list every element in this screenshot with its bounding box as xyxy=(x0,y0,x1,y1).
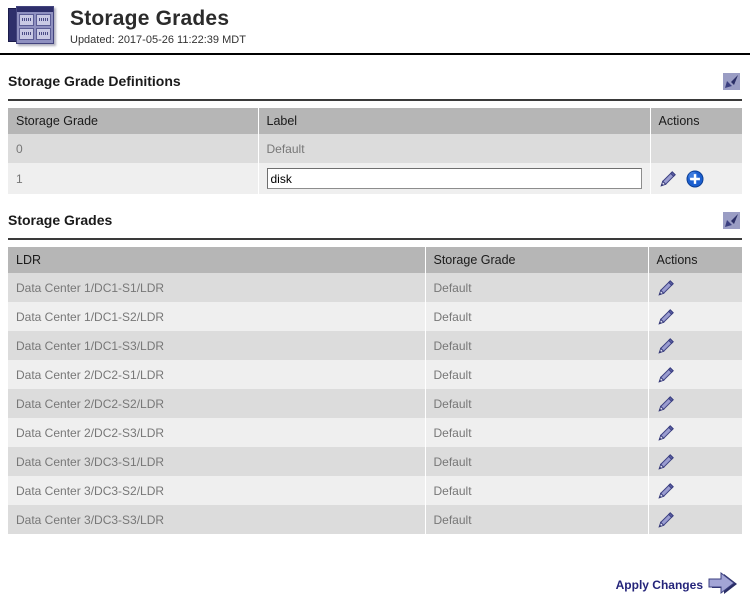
grade-actions-cell xyxy=(648,418,742,447)
ldr-value: Data Center 2/DC2-S1/LDR xyxy=(8,360,425,389)
grade-actions-cell xyxy=(648,273,742,302)
grade-actions-cell xyxy=(648,389,742,418)
table-row: Data Center 2/DC2-S3/LDRDefault xyxy=(8,418,742,447)
definitions-table-head: Storage Grade Label Actions xyxy=(8,108,742,134)
grades-table-head: LDR Storage Grade Actions xyxy=(8,247,742,273)
storage-grades-table: LDR Storage Grade Actions Data Center 1/… xyxy=(8,247,742,534)
storage-grade-value: Default xyxy=(425,331,648,360)
definitions-header-row: Storage Grade Label Actions xyxy=(8,108,742,134)
storage-grade-value: Default xyxy=(425,418,648,447)
table-row: Data Center 1/DC1-S2/LDRDefault xyxy=(8,302,742,331)
ldr-value: Data Center 3/DC3-S1/LDR xyxy=(8,447,425,476)
ldr-value: Data Center 2/DC2-S3/LDR xyxy=(8,418,425,447)
storage-grade-value: Default xyxy=(425,302,648,331)
col-storage-grade: Storage Grade xyxy=(8,108,258,134)
storage-grade-definitions-section: Storage Grade Definitions Storage Grade … xyxy=(0,63,750,194)
ldr-value: Data Center 3/DC3-S3/LDR xyxy=(8,505,425,534)
storage-grades-icon xyxy=(8,6,56,48)
storage-grade-value: Default xyxy=(425,476,648,505)
definitions-section-divider xyxy=(8,99,742,101)
label-input[interactable] xyxy=(267,168,642,189)
edit-pencil-icon[interactable] xyxy=(657,337,675,355)
footer-actions: Apply Changes xyxy=(0,572,750,598)
edit-pencil-icon[interactable] xyxy=(657,453,675,471)
definition-grade-value: 1 xyxy=(8,163,258,194)
ldr-value: Data Center 1/DC1-S1/LDR xyxy=(8,273,425,302)
edit-pencil-icon[interactable] xyxy=(657,395,675,413)
ldr-value: Data Center 1/DC1-S3/LDR xyxy=(8,331,425,360)
add-plus-icon[interactable] xyxy=(686,170,704,188)
table-row: Data Center 3/DC3-S1/LDRDefault xyxy=(8,447,742,476)
definition-grade-value: 0 xyxy=(8,134,258,163)
storage-grade-value: Default xyxy=(425,505,648,534)
grades-table-body: Data Center 1/DC1-S1/LDRDefaultData Cent… xyxy=(8,273,742,534)
col-storage-grade: Storage Grade xyxy=(425,247,648,273)
table-row: Data Center 2/DC2-S1/LDRDefault xyxy=(8,360,742,389)
grades-section-header: Storage Grades xyxy=(8,202,742,238)
table-row: Data Center 2/DC2-S2/LDRDefault xyxy=(8,389,742,418)
definition-label-value: Default xyxy=(258,134,650,163)
storage-grade-value: Default xyxy=(425,273,648,302)
definitions-section-title: Storage Grade Definitions xyxy=(8,73,181,89)
expand-diagonal-arrow-icon[interactable] xyxy=(723,73,740,90)
definition-label-cell xyxy=(258,163,650,194)
storage-grade-value: Default xyxy=(425,447,648,476)
storage-grade-value: Default xyxy=(425,360,648,389)
table-row: 1 xyxy=(8,163,742,194)
table-row: Data Center 1/DC1-S3/LDRDefault xyxy=(8,331,742,360)
grade-actions-cell xyxy=(648,302,742,331)
edit-pencil-icon[interactable] xyxy=(657,482,675,500)
table-row: Data Center 3/DC3-S3/LDRDefault xyxy=(8,505,742,534)
page-updated-timestamp: Updated: 2017-05-26 11:22:39 MDT xyxy=(70,34,246,46)
definitions-table-body: 0 Default 1 xyxy=(8,134,742,194)
header-text-block: Storage Grades Updated: 2017-05-26 11:22… xyxy=(70,6,246,46)
table-row: Data Center 1/DC1-S1/LDRDefault xyxy=(8,273,742,302)
storage-grade-definitions-table: Storage Grade Label Actions 0 Default 1 xyxy=(8,108,742,194)
table-row: 0 Default xyxy=(8,134,742,163)
ldr-value: Data Center 1/DC1-S2/LDR xyxy=(8,302,425,331)
col-ldr: LDR xyxy=(8,247,425,273)
grade-actions-cell xyxy=(648,505,742,534)
ldr-value: Data Center 3/DC3-S2/LDR xyxy=(8,476,425,505)
edit-pencil-icon[interactable] xyxy=(657,424,675,442)
edit-pencil-icon[interactable] xyxy=(659,170,677,188)
table-row: Data Center 3/DC3-S2/LDRDefault xyxy=(8,476,742,505)
ldr-value: Data Center 2/DC2-S2/LDR xyxy=(8,389,425,418)
col-label: Label xyxy=(258,108,650,134)
right-arrow-icon[interactable] xyxy=(708,572,742,598)
grades-section-title: Storage Grades xyxy=(8,212,112,228)
grades-section-divider xyxy=(8,238,742,240)
col-actions: Actions xyxy=(650,108,742,134)
storage-grade-value: Default xyxy=(425,389,648,418)
page-title: Storage Grades xyxy=(70,7,246,31)
page-header: Storage Grades Updated: 2017-05-26 11:22… xyxy=(0,0,750,53)
grades-header-row: LDR Storage Grade Actions xyxy=(8,247,742,273)
col-actions: Actions xyxy=(648,247,742,273)
expand-diagonal-arrow-icon[interactable] xyxy=(723,212,740,229)
header-divider xyxy=(0,53,750,55)
edit-pencil-icon[interactable] xyxy=(657,279,675,297)
edit-pencil-icon[interactable] xyxy=(657,308,675,326)
grade-actions-cell xyxy=(648,360,742,389)
edit-pencil-icon[interactable] xyxy=(657,511,675,529)
grade-actions-cell xyxy=(648,447,742,476)
storage-grades-section: Storage Grades LDR Storage Grade Actions… xyxy=(0,202,750,534)
grade-actions-cell xyxy=(648,476,742,505)
definition-actions-cell xyxy=(650,163,742,194)
edit-pencil-icon[interactable] xyxy=(657,366,675,384)
apply-changes-label[interactable]: Apply Changes xyxy=(616,578,703,592)
definitions-section-header: Storage Grade Definitions xyxy=(8,63,742,99)
grade-actions-cell xyxy=(648,331,742,360)
definition-actions-cell xyxy=(650,134,742,163)
